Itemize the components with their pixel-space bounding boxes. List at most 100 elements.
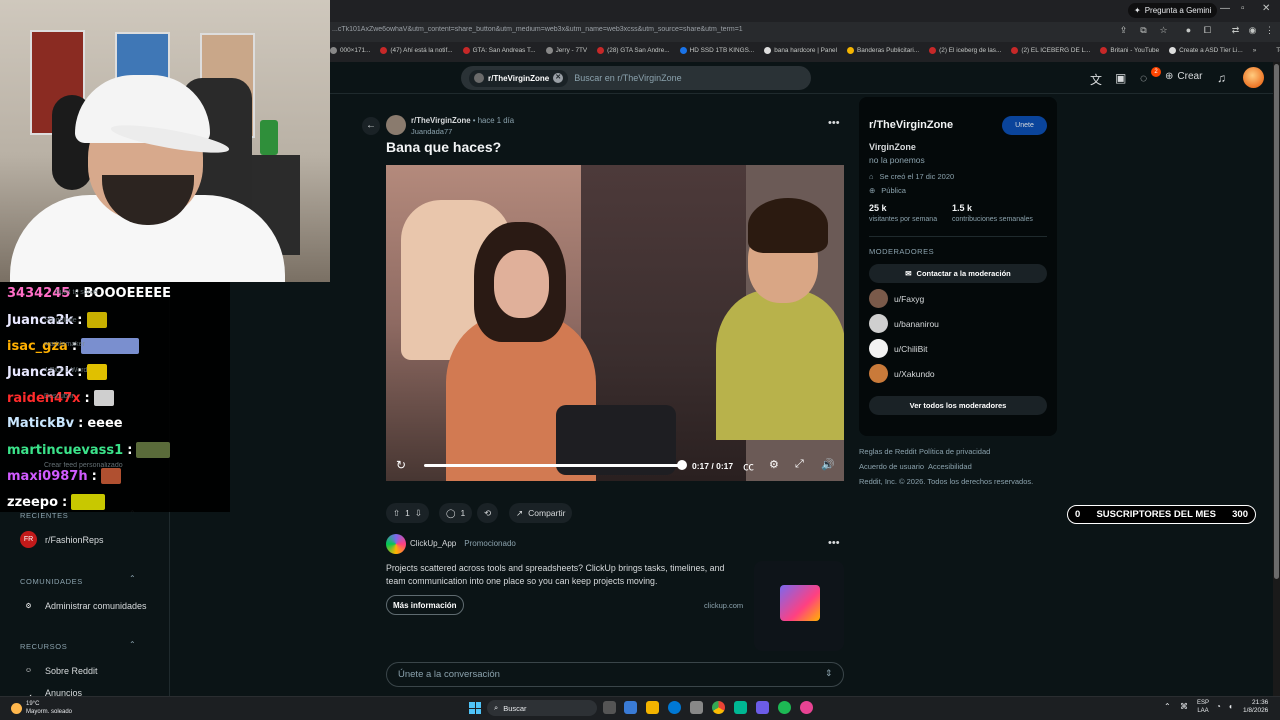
sidebar-item-fashionreps[interactable]: FR r/FashionReps <box>20 531 104 548</box>
back-button[interactable]: ← <box>362 117 380 135</box>
task-view-icon[interactable] <box>603 701 616 714</box>
star-icon[interactable]: ☆ <box>1158 25 1169 36</box>
footer-link[interactable]: Reglas de Reddit <box>859 447 917 456</box>
moderator-item[interactable]: u/ChiliBit <box>869 339 928 358</box>
contact-mods-button[interactable]: ✉ Contactar a la moderación <box>869 264 1047 283</box>
view-all-mods-button[interactable]: Ver todos los moderadores <box>869 396 1047 415</box>
taskbar-clock[interactable]: 21:36 1/8/2026 <box>1243 699 1268 715</box>
post-author[interactable]: Juandada77 <box>411 127 452 136</box>
volume-icon[interactable]: 🔊 <box>821 458 835 471</box>
chat-username[interactable]: zzeepo <box>7 495 58 510</box>
close-icon[interactable]: ✕ <box>1262 3 1270 14</box>
footer-link[interactable]: Accesibilidad <box>928 462 972 471</box>
footer-link[interactable]: Política de privacidad <box>919 447 990 456</box>
sidebar-item-ads[interactable]: ◢ Anuncios <box>20 688 82 696</box>
section-communities-heading[interactable]: COMUNIDADES <box>20 577 83 586</box>
section-resources-heading[interactable]: RECURSOS <box>20 642 67 651</box>
bookmark-item[interactable]: 000×171... <box>330 46 370 54</box>
join-button[interactable]: Unete <box>1002 116 1047 135</box>
download-icon[interactable]: ⇄ <box>1230 25 1241 36</box>
upvote-icon[interactable]: ⇧ <box>393 508 400 519</box>
windows-start-icon[interactable] <box>469 702 481 714</box>
share-button[interactable]: ↗ Compartir <box>509 503 573 523</box>
weather-widget[interactable]: 19°C Mayorm. soleado <box>11 700 72 716</box>
bookmark-item[interactable]: (47) Ahí está la notif... <box>380 46 453 54</box>
moderator-item[interactable]: u/bananirou <box>869 314 939 333</box>
bookmarks-more-icon[interactable]: » <box>1253 47 1257 54</box>
ad-domain[interactable]: clickup.com <box>704 601 743 610</box>
restore-icon[interactable]: ▫ <box>1241 3 1245 14</box>
bell-icon[interactable]: ♫ <box>1217 71 1226 85</box>
chat-username[interactable]: martincuevass1 <box>7 443 123 458</box>
spotify-icon[interactable] <box>778 701 791 714</box>
bookmark-item[interactable]: HD SSD 1TB KINGS... <box>679 46 754 54</box>
replay-icon[interactable]: ↻ <box>396 458 406 472</box>
network-icon[interactable]: ⌘ <box>1180 702 1188 711</box>
url-text[interactable]: ...cTk101AxZwe6owhaV&utm_content=share_b… <box>332 26 1082 33</box>
captions-icon[interactable]: ㏄ <box>743 458 754 474</box>
menu-icon[interactable]: ⋮ <box>1264 25 1275 36</box>
bookmark-item[interactable]: Banderas Publicitari... <box>847 46 919 54</box>
downvote-icon[interactable]: ⇩ <box>415 508 422 519</box>
bookmark-item[interactable]: Jerry - 7TV <box>545 46 587 54</box>
more-options-icon[interactable]: ••• <box>828 117 840 129</box>
bookmark-item[interactable]: GTA: San Andreas T... <box>462 46 536 54</box>
ads-icon[interactable]: ▣ <box>1115 71 1126 85</box>
bookmark-item[interactable]: Create a ASD Tier Li... <box>1169 46 1243 54</box>
crosspost-button[interactable]: ⟲ <box>477 503 499 523</box>
bookmark-item[interactable]: (28) GTA San Andre... <box>597 46 670 54</box>
app-icon[interactable] <box>800 701 813 714</box>
moderator-item[interactable]: u/Xakundo <box>869 364 935 383</box>
ad-text[interactable]: Projects scattered across tools and spre… <box>386 562 746 588</box>
language-indicator[interactable]: ESP LAA <box>1197 699 1209 715</box>
chat-username[interactable]: maxi0987h <box>7 469 88 484</box>
app-icon[interactable] <box>756 701 769 714</box>
screenshot-icon[interactable]: ⧉ <box>1138 25 1149 36</box>
subreddit-avatar[interactable] <box>386 115 406 135</box>
profile-icon[interactable]: ◉ <box>1247 25 1258 36</box>
bookmark-item[interactable]: (2) El iceberg de las... <box>929 46 1001 54</box>
mail-app-icon[interactable] <box>624 701 637 714</box>
advertiser-avatar[interactable] <box>386 534 406 554</box>
chevron-up-icon[interactable]: ⌃ <box>1164 702 1171 711</box>
extension-icon[interactable]: ● <box>1183 25 1194 36</box>
puzzle-icon[interactable]: ⧠ <box>1202 25 1213 36</box>
comments-button[interactable]: ◯ 1 <box>439 503 473 523</box>
all-bookmarks-link[interactable]: Todos los marcadores <box>1276 47 1280 54</box>
video-player[interactable] <box>386 165 844 481</box>
advertiser-name[interactable]: ClickUp_App <box>410 539 456 548</box>
settings-icon[interactable]: ⚙ <box>769 458 779 471</box>
explorer-icon[interactable] <box>646 701 659 714</box>
wifi-icon[interactable]: ◔ <box>1216 702 1221 711</box>
search-bar[interactable]: r/TheVirginZone ✕ Buscar en r/TheVirginZ… <box>461 66 811 90</box>
edge-icon[interactable] <box>668 701 681 714</box>
search-scope-chip[interactable]: r/TheVirginZone ✕ <box>469 69 569 87</box>
sidebar-item-about-reddit[interactable]: ☺ Sobre Reddit <box>20 662 98 679</box>
ad-cta-button[interactable]: Más información <box>386 595 464 615</box>
moderator-item[interactable]: u/Faxyg <box>869 289 924 308</box>
section-recent-heading[interactable]: RECIENTES <box>20 511 68 520</box>
user-avatar[interactable] <box>1243 67 1264 88</box>
clear-scope-icon[interactable]: ✕ <box>553 73 564 83</box>
minimize-icon[interactable]: — <box>1220 3 1230 14</box>
bookmark-item[interactable]: (2) EL ICEBERG DE L... <box>1011 46 1090 54</box>
more-options-icon[interactable]: ••• <box>828 537 840 549</box>
share-icon[interactable]: ⇪ <box>1118 25 1129 36</box>
volume-icon[interactable]: ◖ <box>1228 702 1233 711</box>
create-button[interactable]: ⊕ Crear <box>1165 71 1202 82</box>
chat-icon[interactable]: ◌ <box>1140 71 1147 85</box>
app-icon[interactable] <box>734 701 747 714</box>
video-progress-thumb[interactable] <box>677 460 687 470</box>
translate-icon[interactable]: 文 <box>1090 71 1102 88</box>
taskbar-search[interactable]: ⌕ Buscar <box>487 700 597 716</box>
search-placeholder[interactable]: Buscar en r/TheVirginZone <box>574 73 681 83</box>
video-progress-bar[interactable] <box>424 464 682 467</box>
post-subreddit-link[interactable]: r/TheVirginZone <box>411 116 471 125</box>
chrome-icon[interactable] <box>712 701 725 714</box>
store-icon[interactable] <box>690 701 703 714</box>
bookmark-item[interactable]: Britani - YouTube <box>1100 46 1159 54</box>
fullscreen-icon[interactable]: ⤢ <box>795 458 804 471</box>
community-title[interactable]: r/TheVirginZone <box>869 119 953 131</box>
comment-input[interactable]: Únete a la conversación <box>386 662 844 687</box>
chevron-up-icon[interactable]: ⌃ <box>129 640 136 649</box>
